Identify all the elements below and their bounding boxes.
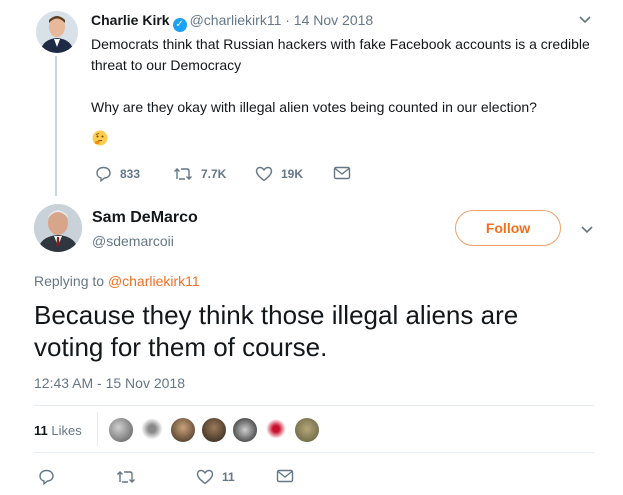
reply-icon xyxy=(96,166,111,182)
likes-count: 11 xyxy=(34,423,48,438)
liker-avatar[interactable] xyxy=(139,417,165,443)
follow-button[interactable]: Follow xyxy=(455,210,561,246)
timestamp[interactable]: 12:43 AM - 15 Nov 2018 xyxy=(34,375,185,391)
thinking-face-icon xyxy=(92,130,108,146)
replying-to: Replying to @charliekirk11 xyxy=(34,273,200,289)
liker-avatar[interactable] xyxy=(201,417,227,443)
envelope-icon xyxy=(276,469,294,483)
avatar[interactable] xyxy=(36,11,78,53)
thread-line xyxy=(55,56,57,196)
retweet-button[interactable] xyxy=(116,469,144,485)
retweet-icon xyxy=(117,471,135,483)
retweet-count: 7.7K xyxy=(201,167,227,181)
replying-prefix: Replying to xyxy=(34,273,105,289)
retweet-button[interactable]: 7.7K xyxy=(173,166,226,182)
author-name[interactable]: Sam DeMarco xyxy=(92,209,198,227)
tweet-text: Democrats think that Russian hackers wit… xyxy=(91,34,601,118)
author-handle-date[interactable]: @charliekirk11 · 14 Nov 2018 xyxy=(190,12,374,28)
divider xyxy=(34,452,594,453)
heart-icon xyxy=(255,166,273,182)
tweet-text-line: Democrats think that Russian hackers wit… xyxy=(91,36,590,52)
tweet-text-line: Why are they okay with illegal alien vot… xyxy=(91,99,537,115)
like-count: 11 xyxy=(222,470,235,484)
reply-icon xyxy=(39,469,54,485)
divider xyxy=(34,405,594,406)
liker-avatars xyxy=(108,417,325,443)
tweet-text: Because they think those illegal aliens … xyxy=(34,300,519,362)
author-handle[interactable]: @sdemarcoii xyxy=(92,233,174,249)
liker-avatar[interactable] xyxy=(232,417,258,443)
direct-message-button[interactable] xyxy=(276,469,302,483)
liker-avatar[interactable] xyxy=(294,417,320,443)
tweet-header: Charlie Kirk ✓ @charliekirk11 · 14 Nov 201… xyxy=(91,12,373,32)
reply-count: 833 xyxy=(120,167,141,181)
envelope-icon xyxy=(333,166,351,180)
chevron-down-icon[interactable] xyxy=(580,222,594,234)
author-name[interactable]: Charlie Kirk xyxy=(91,12,170,28)
retweet-icon xyxy=(174,168,192,180)
like-button[interactable]: 11 xyxy=(196,469,235,485)
likes-label: Likes xyxy=(51,423,82,438)
avatar[interactable] xyxy=(34,204,82,252)
verified-badge-icon: ✓ xyxy=(172,18,187,32)
reply-button[interactable] xyxy=(38,469,63,485)
divider xyxy=(97,412,98,446)
direct-message-button[interactable] xyxy=(333,166,359,180)
like-button[interactable]: 19K xyxy=(255,166,303,182)
liker-avatar[interactable] xyxy=(108,417,134,443)
tweet-text-line: threat to our Democracy xyxy=(91,57,242,73)
like-count: 19K xyxy=(281,167,304,181)
likes-summary[interactable]: 11 Likes xyxy=(34,423,82,438)
tweet-text-line xyxy=(91,76,601,97)
chevron-down-icon[interactable] xyxy=(578,12,592,24)
liker-avatar[interactable] xyxy=(170,417,196,443)
heart-icon xyxy=(196,469,214,485)
mention-link[interactable]: @charliekirk11 xyxy=(108,273,200,289)
reply-button[interactable]: 833 xyxy=(95,166,140,182)
liker-avatar[interactable] xyxy=(263,417,289,443)
